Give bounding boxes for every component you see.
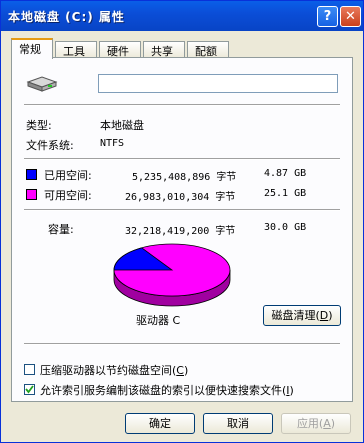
capacity-size: 30.0 GB — [264, 222, 307, 233]
divider — [24, 209, 340, 211]
divider — [24, 158, 340, 160]
hard-drive-icon — [26, 76, 58, 92]
apply-button[interactable]: 应用(A) — [281, 413, 351, 434]
close-button[interactable]: ✕ — [340, 6, 361, 27]
tab-quota[interactable]: 配额 — [187, 41, 229, 58]
volume-name-input[interactable] — [98, 74, 338, 93]
index-label[interactable]: 允许索引服务编制该磁盘的索引以便快速搜索文件(I) — [40, 382, 294, 398]
divider — [24, 343, 340, 345]
cancel-button[interactable]: 取消 — [203, 413, 273, 434]
tab-general[interactable]: 常规 — [11, 38, 53, 59]
compress-label[interactable]: 压缩驱动器以节约磁盘空间(C) — [40, 362, 188, 378]
capacity-bytes: 32,218,419,200 字节 — [125, 226, 236, 237]
used-space-size: 4.87 GB — [264, 168, 307, 179]
index-checkbox[interactable] — [24, 384, 35, 395]
divider — [24, 104, 340, 106]
free-space-size: 25.1 GB — [264, 188, 307, 199]
type-value: 本地磁盘 — [100, 119, 144, 132]
used-space-label: 已用空间: — [44, 169, 92, 182]
filesystem-label: 文件系统: — [26, 139, 74, 152]
filesystem-value: NTFS — [100, 138, 125, 149]
ok-button[interactable]: 确定 — [125, 413, 195, 434]
checkmark-icon — [25, 385, 34, 394]
properties-window: 本地磁盘 (C:) 属性 ? ✕ 常规 工具 硬件 共享 配额 类型: 本地磁盘… — [0, 0, 364, 443]
used-space-swatch — [26, 169, 37, 180]
type-label: 类型: — [26, 119, 52, 132]
title-bar[interactable]: 本地磁盘 (C:) 属性 ? ✕ — [1, 1, 363, 31]
tab-tools[interactable]: 工具 — [55, 41, 97, 58]
disk-usage-pie — [113, 243, 231, 307]
help-button[interactable]: ? — [317, 6, 338, 27]
compress-checkbox[interactable] — [24, 364, 35, 375]
drive-label: 驱动器 C — [136, 314, 181, 327]
free-space-swatch — [26, 189, 37, 200]
tab-hardware[interactable]: 硬件 — [99, 41, 141, 58]
disk-cleanup-button[interactable]: 磁盘清理(D) — [263, 305, 341, 326]
free-space-bytes: 26,983,010,304 字节 — [125, 192, 236, 203]
capacity-label: 容量: — [48, 223, 74, 236]
used-space-bytes: 5,235,408,896 字节 — [132, 172, 237, 183]
general-panel: 类型: 本地磁盘 文件系统: NTFS 已用空间: 5,235,408,896 … — [11, 57, 353, 402]
tab-sharing[interactable]: 共享 — [143, 41, 185, 58]
window-title: 本地磁盘 (C:) 属性 — [8, 10, 125, 24]
free-space-label: 可用空间: — [44, 189, 92, 202]
